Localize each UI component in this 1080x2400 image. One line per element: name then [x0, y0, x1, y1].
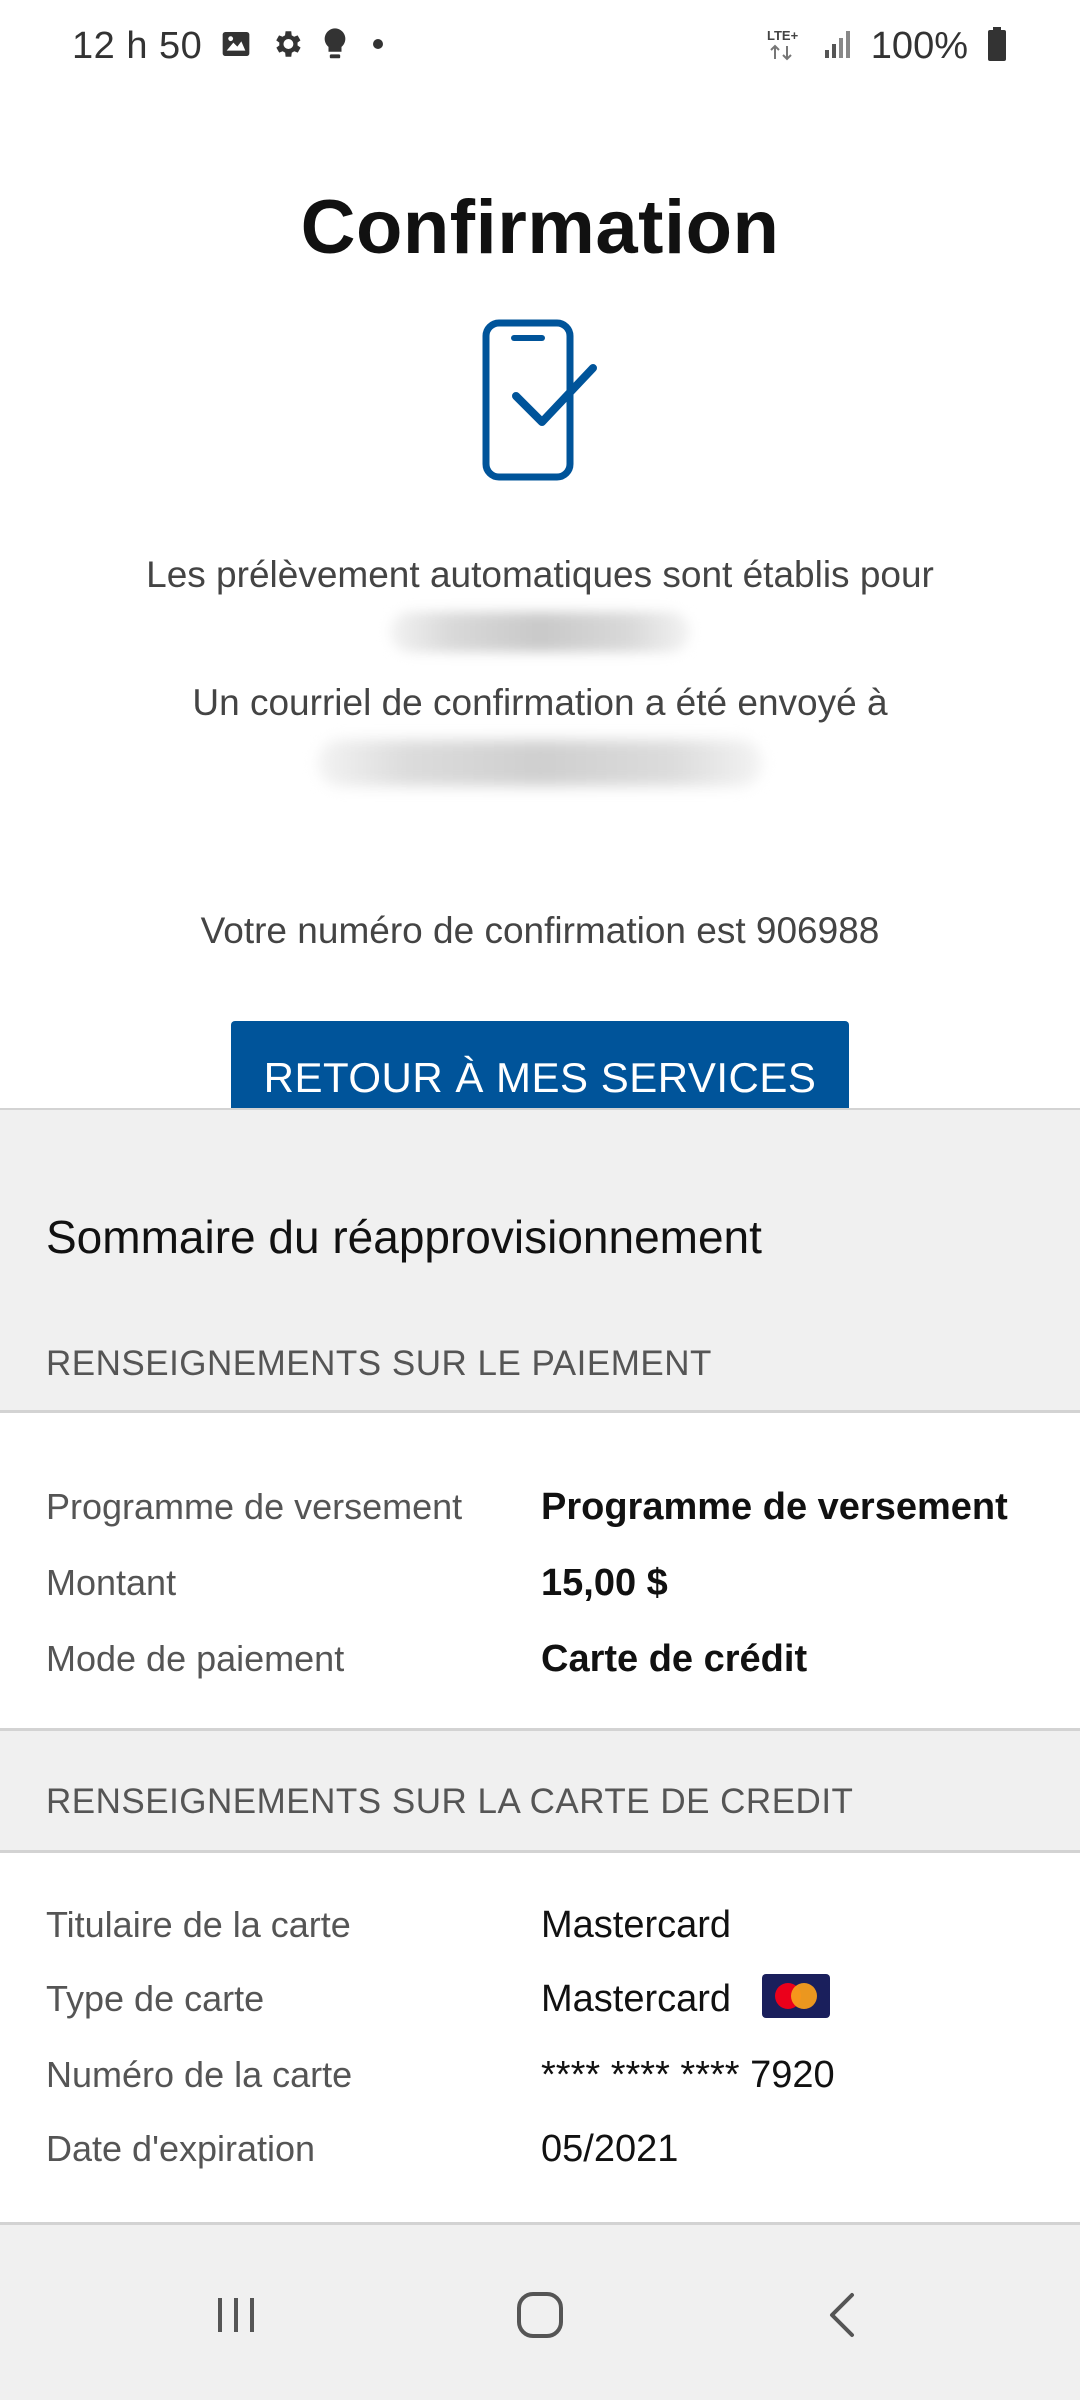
- payment-row: Mode de paiement Carte de crédit: [0, 1638, 1080, 1698]
- row-value: **** **** **** 7920: [541, 2054, 835, 2096]
- signal-icon: [823, 28, 853, 65]
- card-row: Numéro de la carte **** **** **** 7920: [0, 2054, 1080, 2114]
- row-label: Titulaire de la carte: [46, 1904, 351, 1945]
- card-row: Date d'expiration 05/2021: [0, 2128, 1080, 2188]
- row-value: Carte de crédit: [541, 1638, 808, 1680]
- divider: [0, 1410, 1080, 1413]
- svg-text:LTE+: LTE+: [767, 28, 799, 43]
- page-title: Confirmation: [300, 185, 780, 270]
- battery-percent: 100%: [870, 24, 968, 67]
- row-label: Montant: [46, 1562, 177, 1603]
- payment-row: Programme de versement Programme de vers…: [0, 1486, 1080, 1546]
- image-icon: [220, 28, 252, 65]
- back-icon[interactable]: [792, 2275, 892, 2355]
- redacted-email: [318, 740, 762, 786]
- autopay-message: Les prélèvement automatiques sont établi…: [146, 554, 934, 595]
- card-section-header: RENSEIGNEMENTS SUR LA CARTE DE CREDIT: [46, 1782, 854, 1821]
- row-value: Programme de versement: [541, 1486, 1008, 1528]
- confirmation-number: Votre numéro de confirmation est 906988: [200, 910, 880, 951]
- row-value: 05/2021: [541, 2128, 679, 2170]
- system-nav-bar: [0, 2222, 1080, 2400]
- redacted-phone-number: [390, 612, 690, 652]
- card-row: Type de carte Mastercard: [0, 1974, 1080, 2038]
- status-time: 12 h 50: [72, 24, 203, 67]
- gear-icon: [270, 27, 304, 66]
- row-label: Type de carte: [46, 1978, 265, 2019]
- dot-icon: [366, 32, 390, 61]
- recent-apps-icon[interactable]: [186, 2275, 286, 2355]
- row-value: Mastercard: [541, 1904, 732, 1946]
- battery-icon: [986, 26, 1008, 67]
- row-value: 15,00 $: [541, 1562, 668, 1604]
- summary-header: Sommaire du réapprovisionnement RENSEIGN…: [0, 1110, 1080, 1412]
- summary-section: Sommaire du réapprovisionnement RENSEIGN…: [0, 1110, 1080, 2333]
- row-label: Numéro de la carte: [46, 2054, 353, 2095]
- row-label: Mode de paiement: [46, 1638, 345, 1679]
- summary-title: Sommaire du réapprovisionnement: [46, 1211, 762, 1263]
- bulb-icon: [322, 27, 348, 66]
- card-row: Titulaire de la carte Mastercard: [0, 1904, 1080, 1964]
- row-label: Date d'expiration: [46, 2128, 316, 2169]
- status-bar: 12 h 50 LTE+ 100%: [0, 0, 1080, 92]
- confirmation-section: Confirmation Les prélèvement automatique…: [0, 92, 1080, 1134]
- email-message: Un courriel de confirmation a été envoyé…: [192, 682, 888, 723]
- row-value: Mastercard: [541, 1978, 732, 2020]
- lte-icon: LTE+: [765, 26, 805, 67]
- home-icon[interactable]: [490, 2275, 590, 2355]
- phone-check-icon: [480, 318, 600, 484]
- payment-section-header: RENSEIGNEMENTS SUR LE PAIEMENT: [46, 1344, 712, 1383]
- mastercard-icon: [762, 1974, 830, 2018]
- row-label: Programme de versement: [46, 1486, 463, 1527]
- payment-row: Montant 15,00 $: [0, 1562, 1080, 1622]
